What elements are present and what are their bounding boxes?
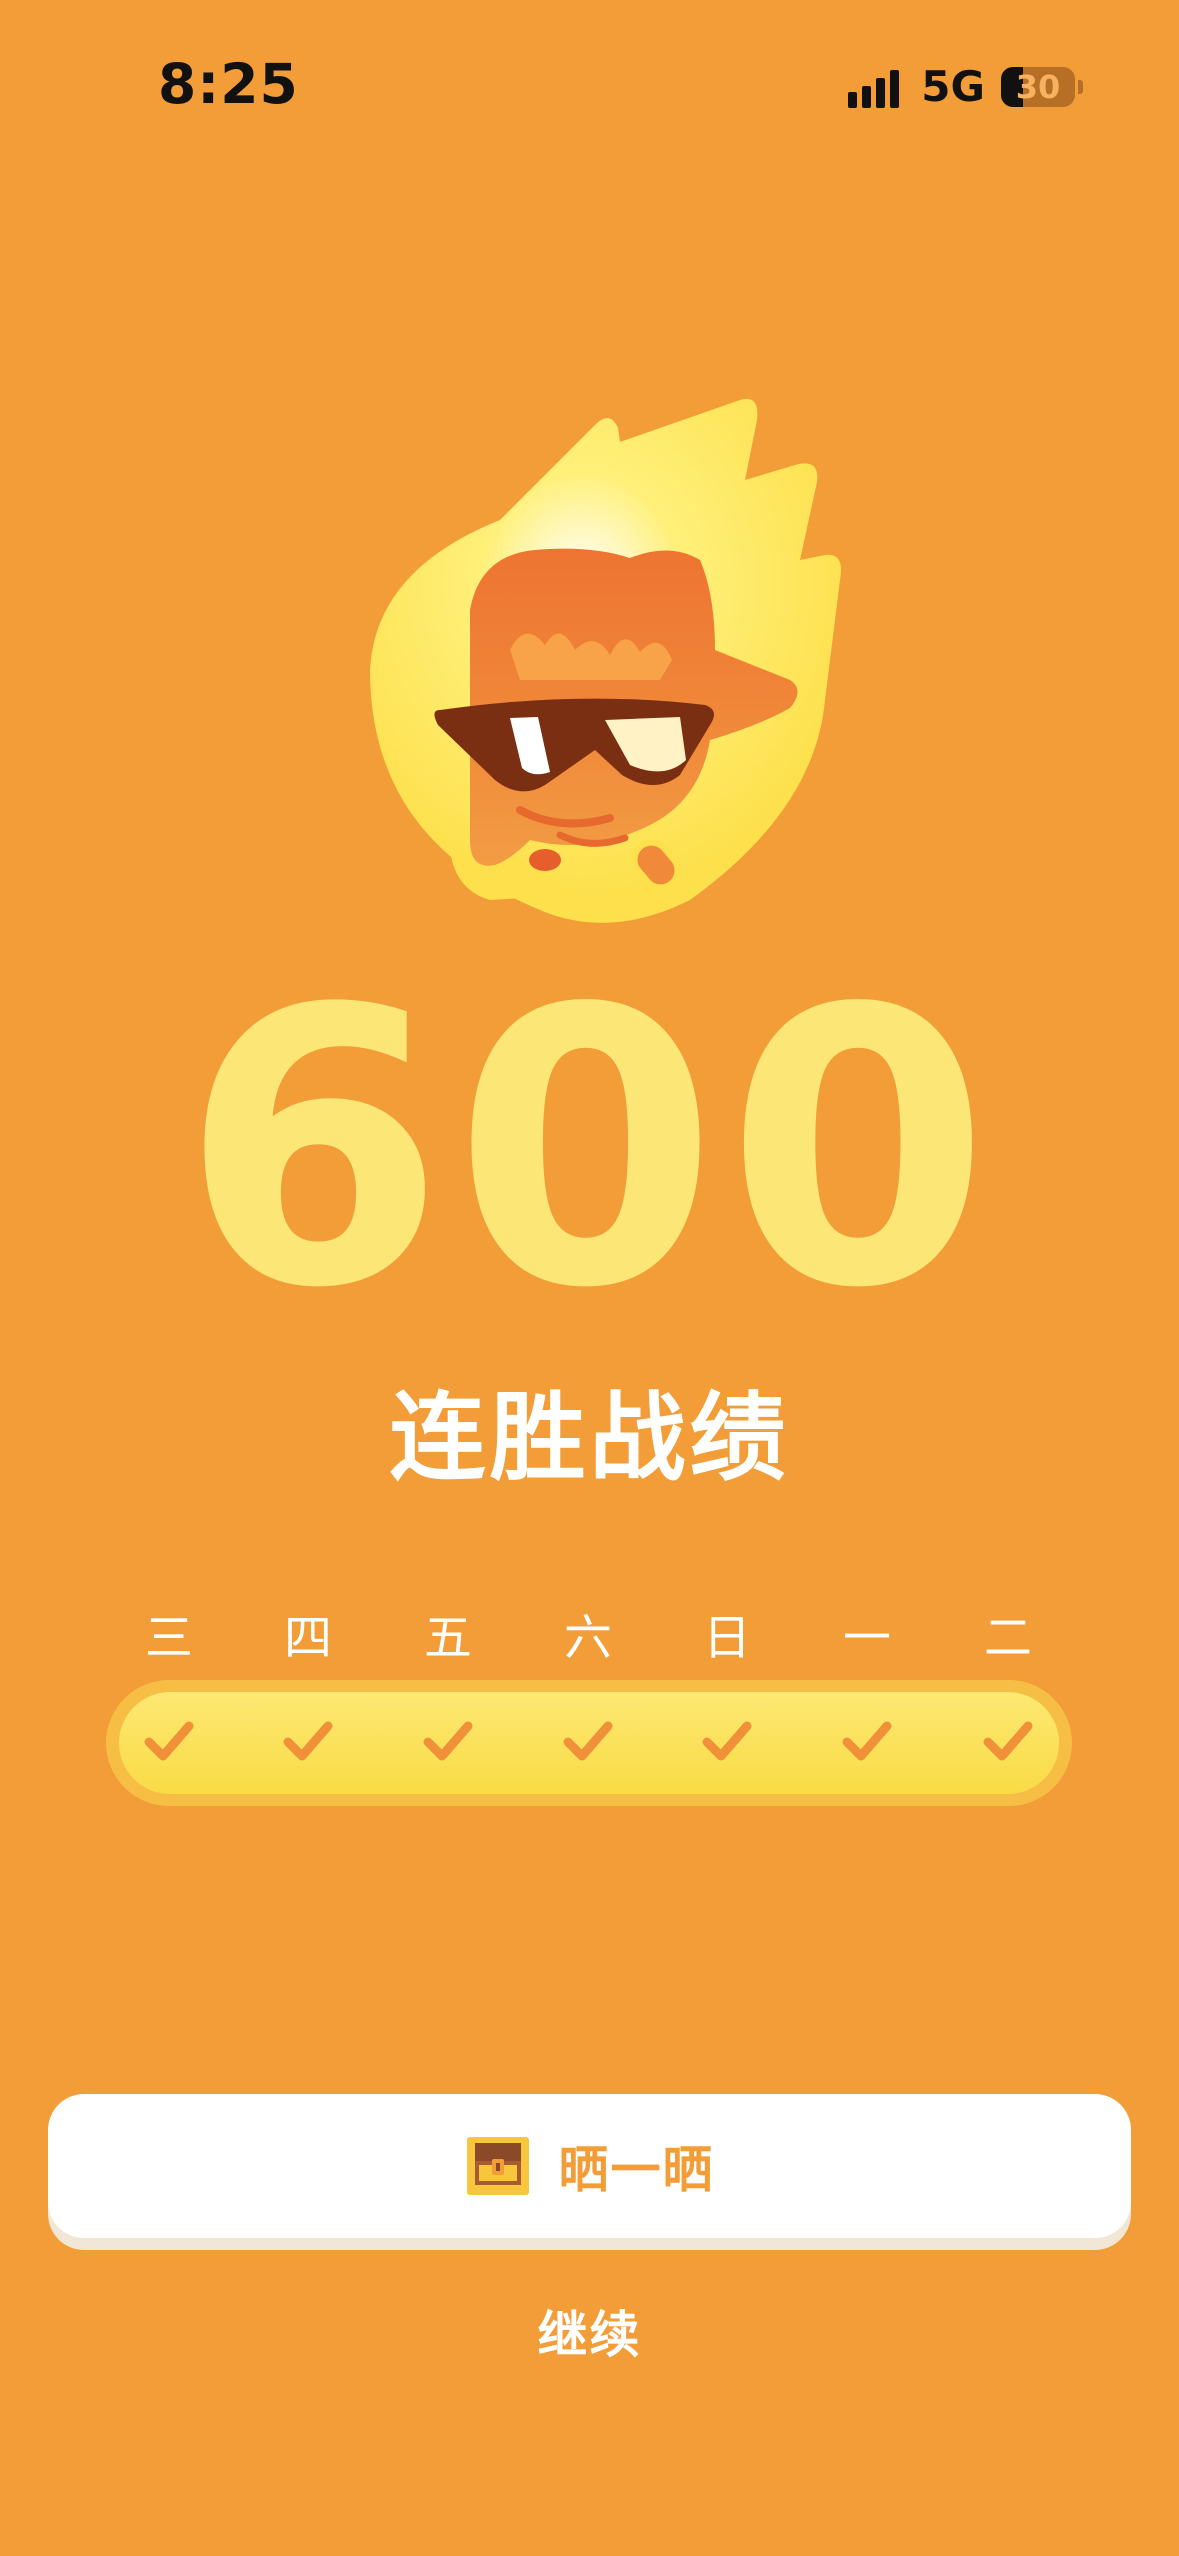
battery-cap xyxy=(1078,79,1083,94)
battery-level: 30 xyxy=(1015,67,1061,106)
checkmark-icon xyxy=(842,1721,892,1761)
status-indicators: 5G 30 xyxy=(848,62,1083,111)
checkmark-icon xyxy=(423,1721,473,1761)
checkmark-icon xyxy=(144,1721,194,1761)
checkmark-icon xyxy=(702,1721,752,1761)
treasure-chest-icon xyxy=(466,2137,529,2195)
checkmark-icon xyxy=(283,1721,333,1761)
weekday-label: 五 xyxy=(423,1610,472,1666)
weekday-label: 一 xyxy=(842,1610,891,1666)
status-bar: 8:25 5G 30 xyxy=(0,0,1179,170)
signal-strength-icon xyxy=(848,66,900,108)
share-button[interactable]: 晒一晒 xyxy=(48,2094,1131,2238)
network-type: 5G xyxy=(921,62,985,111)
weekday-label: 四 xyxy=(283,1610,332,1666)
weekday-labels: 三 四 五 六 日 一 二 xyxy=(107,1598,1072,1666)
status-time: 8:25 xyxy=(158,52,299,116)
streak-count: 600 xyxy=(180,928,999,1371)
share-button-label: 晒一晒 xyxy=(558,2141,715,2199)
weekday-label: 三 xyxy=(144,1610,193,1666)
battery-icon: 30 xyxy=(1001,66,1075,107)
flame-mascot-sunglasses-icon xyxy=(370,398,841,923)
checkmark-icon xyxy=(563,1721,613,1761)
weekday-label: 六 xyxy=(563,1610,612,1666)
weekday-label: 日 xyxy=(702,1610,751,1666)
checkmark-icon xyxy=(983,1721,1033,1761)
weekday-label: 二 xyxy=(983,1610,1032,1666)
streak-label: 连胜战绩 xyxy=(389,1382,790,1494)
continue-button[interactable]: 继续 xyxy=(0,2295,1179,2367)
